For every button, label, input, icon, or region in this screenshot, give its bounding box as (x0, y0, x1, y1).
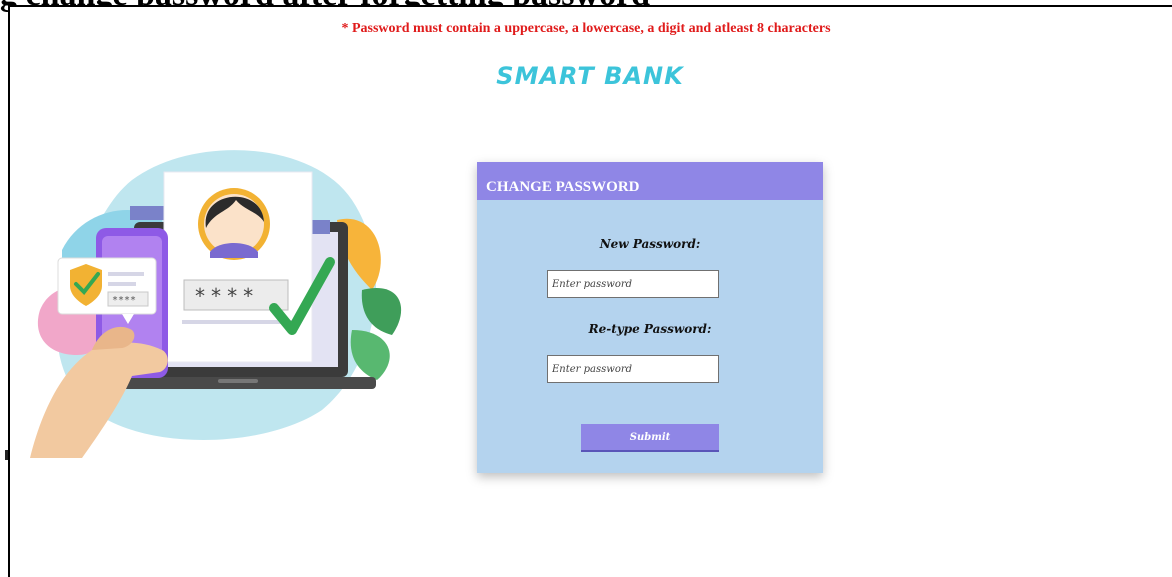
bg-dot (204, 414, 216, 426)
card-header: CHANGE PASSWORD (477, 162, 823, 200)
password-rule-text: * Password must contain a uppercase, a l… (341, 21, 831, 36)
new-password-label: New Password: (599, 237, 701, 251)
password-illustration: **** **** (30, 150, 402, 458)
retype-password-label: Re-type Password: (588, 322, 712, 336)
retype-password-input[interactable] (547, 355, 719, 383)
leaf-green-2 (350, 330, 390, 380)
laptop-notch (218, 379, 258, 383)
change-password-card: CHANGE PASSWORD New Password: Re-type Pa… (477, 162, 823, 473)
screen-line (182, 320, 292, 324)
frame-tick (5, 450, 8, 460)
new-password-input[interactable] (547, 270, 719, 298)
card-title: CHANGE PASSWORD (486, 179, 640, 195)
screen-password-dots: **** (194, 284, 258, 308)
bubble-line-1 (108, 272, 144, 276)
submit-button[interactable]: Submit (581, 424, 719, 452)
bubble-line-2 (108, 282, 136, 286)
brand-logo: SMART BANK (496, 62, 684, 90)
bubble-password-dots: **** (112, 295, 136, 306)
